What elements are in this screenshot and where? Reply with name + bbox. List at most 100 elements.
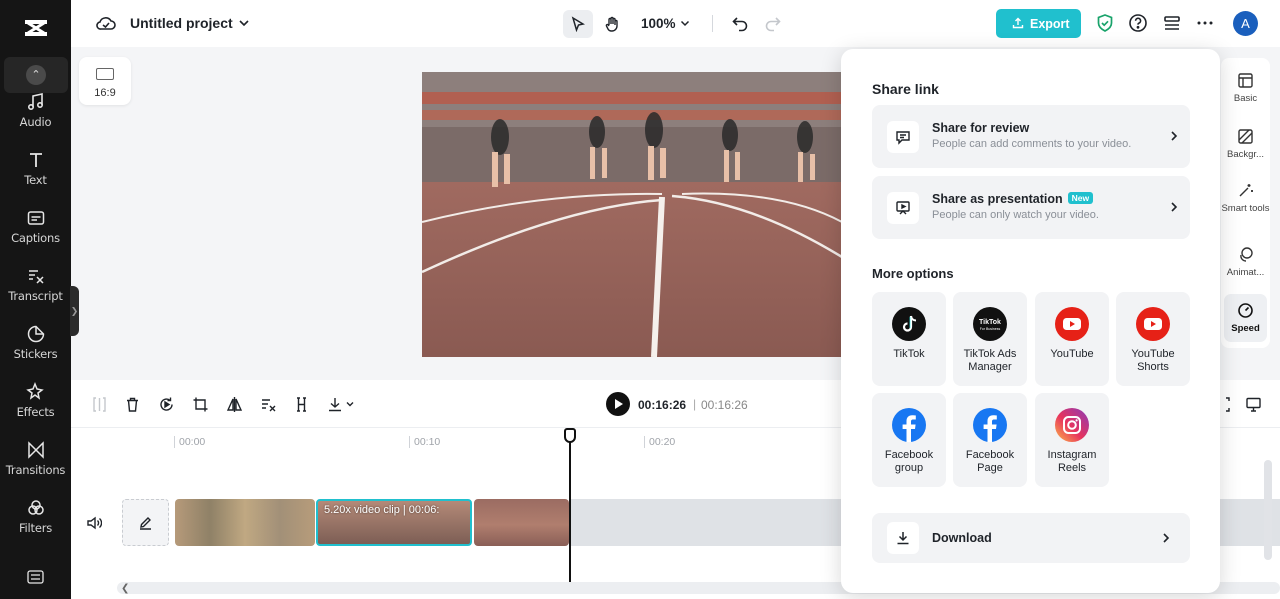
- zoom-level[interactable]: 100%: [641, 16, 676, 31]
- tool-background[interactable]: Backgr...: [1221, 128, 1270, 160]
- replay-icon[interactable]: [158, 396, 175, 413]
- chevron-down-icon[interactable]: [679, 17, 691, 29]
- sidebar-item-filters[interactable]: Filters: [0, 498, 71, 548]
- share-option-tiktok[interactable]: TikTok: [872, 292, 946, 386]
- sidebar-item-label: Filters: [18, 521, 53, 535]
- select-tool-button[interactable]: [563, 10, 593, 38]
- vertical-scrollbar[interactable]: [1264, 460, 1272, 560]
- playhead[interactable]: [569, 428, 571, 582]
- shield-check-icon[interactable]: [1095, 13, 1115, 33]
- chevron-right-icon: [1171, 202, 1178, 212]
- mirror-icon[interactable]: [226, 396, 243, 413]
- share-option-facebook-page[interactable]: Facebook Page: [953, 393, 1027, 487]
- avatar[interactable]: A: [1233, 11, 1258, 36]
- download-dropdown-icon[interactable]: [327, 396, 357, 413]
- chevron-down-icon[interactable]: [237, 16, 251, 30]
- sidebar-item-label: Transitions: [5, 463, 66, 477]
- tool-smart-tools[interactable]: Smart tools: [1221, 182, 1270, 214]
- sidebar-item-label: Text: [24, 173, 47, 187]
- sidebar-item-transitions[interactable]: Transitions: [0, 440, 71, 490]
- remove-background-icon[interactable]: [260, 396, 277, 413]
- share-link-heading: Share link: [872, 81, 939, 97]
- share-review-desc: People can add comments to your video.: [932, 138, 1132, 150]
- redo-icon[interactable]: [764, 14, 782, 32]
- share-as-presentation-button[interactable]: Share as presentation New People can only…: [872, 176, 1190, 239]
- collapse-panel-button[interactable]: ⌃: [4, 57, 68, 93]
- presentation-title-text: Share as presentation: [932, 192, 1063, 206]
- share-option-facebook-group[interactable]: Facebook group: [872, 393, 946, 487]
- share-option-tiktok-ads-manager[interactable]: TikTok For Business TikTok Ads Manager: [953, 292, 1027, 386]
- youtube-icon: [1055, 307, 1089, 341]
- time-separator: |: [693, 397, 697, 411]
- panel-expand-handle[interactable]: ❯: [70, 286, 79, 336]
- instagram-icon: [1055, 408, 1089, 442]
- youtube-shorts-icon: [1136, 307, 1170, 341]
- video-preview[interactable]: [422, 72, 842, 357]
- basic-icon: [1238, 73, 1253, 88]
- transcript-icon: [28, 270, 44, 284]
- share-panel: Share link Share for review People can a…: [841, 49, 1220, 593]
- aspect-ratio-icon: [96, 68, 114, 80]
- tool-label: Backgr...: [1227, 149, 1264, 160]
- hand-tool-button[interactable]: [597, 10, 627, 38]
- tool-basic[interactable]: Basic: [1221, 72, 1270, 104]
- trim-icon[interactable]: [293, 396, 310, 413]
- play-button[interactable]: [606, 392, 630, 416]
- selected-video-clip[interactable]: 5.20x video clip | 00:06:: [316, 499, 472, 546]
- aspect-ratio-button[interactable]: 16:9: [79, 57, 131, 105]
- tool-animation[interactable]: Animat...: [1221, 246, 1270, 278]
- sidebar-item-stickers[interactable]: Stickers: [0, 324, 71, 374]
- sidebar-item-transcript[interactable]: Transcript: [0, 266, 71, 316]
- sidebar-item-label: Captions: [11, 231, 60, 245]
- delete-icon[interactable]: [124, 396, 141, 413]
- transition-icon: [27, 441, 44, 459]
- tiktok-icon: [892, 307, 926, 341]
- option-label: YouTube Shorts: [1131, 348, 1175, 373]
- more-icon[interactable]: [1195, 13, 1215, 33]
- pencil-icon: [140, 517, 151, 530]
- playhead-handle[interactable]: [564, 428, 576, 443]
- chevron-up-icon: ⌃: [26, 65, 46, 85]
- share-for-review-button[interactable]: Share for review People can add comments…: [872, 105, 1190, 168]
- sidebar-item-audio[interactable]: Audio: [0, 92, 71, 142]
- help-icon[interactable]: [1128, 13, 1148, 33]
- edit-cover-button[interactable]: [122, 499, 169, 546]
- sidebar-item-effects[interactable]: Effects: [0, 382, 71, 432]
- sidebar-item-label: Audio: [19, 115, 52, 129]
- tool-speed[interactable]: Speed: [1224, 294, 1267, 342]
- crop-icon[interactable]: [192, 396, 209, 413]
- layers-icon[interactable]: [1162, 13, 1182, 33]
- sidebar-item-text[interactable]: Text: [0, 150, 71, 200]
- share-option-instagram-reels[interactable]: Instagram Reels: [1035, 393, 1109, 487]
- share-option-youtube[interactable]: YouTube: [1035, 292, 1109, 386]
- video-clip[interactable]: [474, 499, 569, 546]
- capcut-logo-icon[interactable]: [22, 14, 50, 42]
- option-label: TikTok: [893, 348, 925, 360]
- share-option-youtube-shorts[interactable]: YouTube Shorts: [1116, 292, 1190, 386]
- clip-label: 5.20x video clip | 00:06:: [324, 504, 440, 516]
- aspect-ratio-label: 16:9: [94, 87, 116, 99]
- download-button[interactable]: Download: [872, 513, 1190, 563]
- volume-icon[interactable]: [86, 515, 102, 531]
- icon-box: [887, 192, 919, 224]
- chevron-right-icon: [1163, 533, 1170, 543]
- current-time: 00:16:26: [638, 398, 687, 412]
- sidebar-item-captions[interactable]: Captions: [0, 208, 71, 258]
- total-time: 00:16:26: [701, 398, 748, 412]
- monitor-icon[interactable]: [1245, 396, 1262, 413]
- project-title[interactable]: Untitled project: [130, 15, 233, 31]
- cloud-icon[interactable]: [95, 13, 117, 33]
- keyboard-icon[interactable]: [27, 570, 44, 584]
- left-sidebar: ⌃ Audio Text Captions Transcript Sticker…: [0, 0, 71, 599]
- chevron-left-icon[interactable]: ❮: [121, 583, 129, 594]
- ruler-tick: 00:00: [174, 436, 205, 448]
- ruler-tick: 00:20: [644, 436, 675, 448]
- text-icon: [29, 153, 42, 167]
- undo-icon[interactable]: [731, 14, 749, 32]
- split-icon[interactable]: [91, 396, 108, 413]
- option-label: YouTube: [1050, 348, 1094, 360]
- divider: [712, 15, 713, 32]
- export-button[interactable]: Export: [996, 9, 1081, 38]
- video-clip[interactable]: [175, 499, 315, 546]
- tiktok-business-logo-sub: For Business: [980, 327, 1001, 331]
